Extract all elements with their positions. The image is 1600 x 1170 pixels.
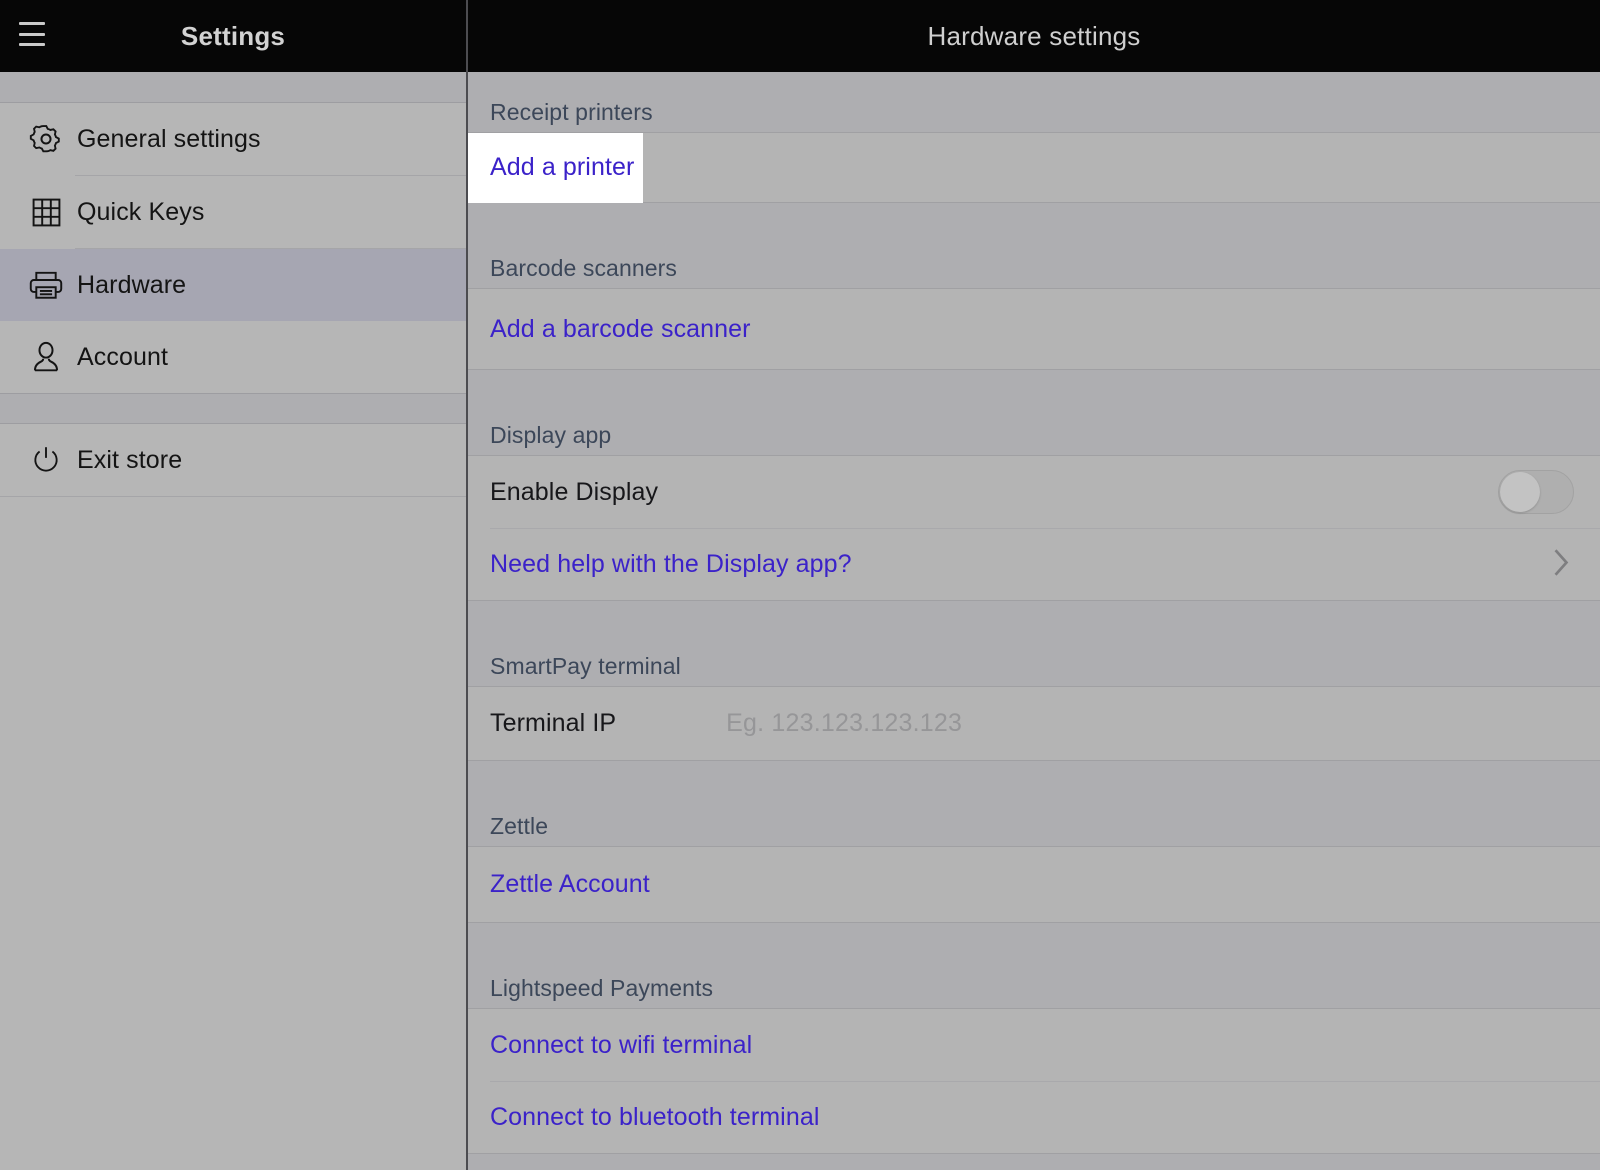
bottom-band	[468, 1154, 1600, 1170]
display-app-help-link[interactable]: Need help with the Display app?	[490, 550, 852, 579]
connect-bluetooth-terminal-row[interactable]: Connect to bluetooth terminal	[468, 1082, 1600, 1154]
section-header-label: SmartPay terminal	[490, 653, 681, 680]
hamburger-menu-icon[interactable]	[19, 22, 45, 46]
add-barcode-scanner-row[interactable]: Add a barcode scanner	[468, 289, 1600, 370]
power-icon	[18, 444, 74, 476]
gear-icon	[18, 122, 74, 156]
main-panel: Hardware settings Receipt printers Add a…	[466, 0, 1600, 1170]
terminal-ip-label: Terminal IP	[490, 709, 616, 738]
settings-screen: Settings General settings	[0, 0, 1600, 1170]
zettle-account-link[interactable]: Zettle Account	[490, 870, 650, 899]
main-header: Hardware settings	[468, 0, 1600, 72]
person-icon	[18, 340, 74, 374]
sidebar-item-label: Exit store	[77, 446, 182, 475]
add-barcode-scanner-link[interactable]: Add a barcode scanner	[490, 315, 751, 344]
sidebar-item-account[interactable]: Account	[0, 321, 466, 393]
enable-display-row[interactable]: Enable Display	[468, 456, 1600, 528]
terminal-ip-row[interactable]: Terminal IP Eg. 123.123.123.123	[468, 687, 1600, 761]
section-header-lightspeed-payments: Lightspeed Payments	[468, 923, 1600, 1009]
enable-display-label: Enable Display	[490, 478, 658, 507]
sidebar-item-label: Hardware	[77, 271, 186, 300]
section-header-barcode-scanners: Barcode scanners	[468, 203, 1600, 289]
sidebar-item-general-settings[interactable]: General settings	[0, 103, 466, 175]
sidebar-item-label: Quick Keys	[77, 198, 204, 227]
sidebar-item-hardware[interactable]: Hardware	[0, 249, 466, 321]
sidebar-menu-group: General settings Quick Keys	[0, 103, 466, 393]
terminal-ip-input[interactable]: Eg. 123.123.123.123	[726, 709, 962, 738]
sidebar-top-band	[0, 72, 466, 103]
sidebar-header: Settings	[0, 0, 466, 72]
section-header-receipt-printers: Receipt printers	[468, 72, 1600, 133]
sidebar-item-quick-keys[interactable]: Quick Keys	[0, 176, 466, 248]
sidebar-item-label: General settings	[77, 125, 261, 154]
connect-wifi-terminal-row[interactable]: Connect to wifi terminal	[468, 1009, 1600, 1081]
connect-wifi-terminal-link[interactable]: Connect to wifi terminal	[490, 1031, 752, 1060]
section-header-label: Lightspeed Payments	[490, 975, 713, 1002]
sidebar-section-separator	[0, 393, 466, 424]
section-header-smartpay: SmartPay terminal	[468, 601, 1600, 687]
section-header-zettle: Zettle	[468, 761, 1600, 847]
zettle-account-row[interactable]: Zettle Account	[468, 847, 1600, 923]
section-header-display-app: Display app	[468, 370, 1600, 456]
section-header-label: Display app	[490, 422, 611, 449]
sidebar-divider	[0, 496, 466, 497]
connect-bluetooth-terminal-link[interactable]: Connect to bluetooth terminal	[490, 1103, 820, 1132]
section-header-label: Zettle	[490, 813, 548, 840]
add-printer-link[interactable]: Add a printer	[490, 153, 634, 182]
sidebar-item-exit-store[interactable]: Exit store	[0, 424, 466, 496]
settings-list: Receipt printers Add a printer Barcode s…	[468, 72, 1600, 1170]
section-header-label: Receipt printers	[490, 99, 653, 126]
grid-icon	[18, 197, 74, 228]
sidebar-item-label: Account	[77, 343, 168, 372]
page-title: Hardware settings	[928, 21, 1141, 52]
section-header-label: Barcode scanners	[490, 255, 677, 282]
toggle-knob	[1500, 472, 1540, 512]
display-app-help-row[interactable]: Need help with the Display app?	[468, 529, 1600, 601]
printer-icon	[18, 268, 74, 302]
enable-display-toggle[interactable]	[1498, 470, 1574, 514]
sidebar: Settings General settings	[0, 0, 466, 1170]
chevron-right-icon	[1552, 547, 1570, 582]
sidebar-title: Settings	[0, 21, 466, 52]
add-printer-row[interactable]: Add a printer	[468, 133, 1600, 203]
